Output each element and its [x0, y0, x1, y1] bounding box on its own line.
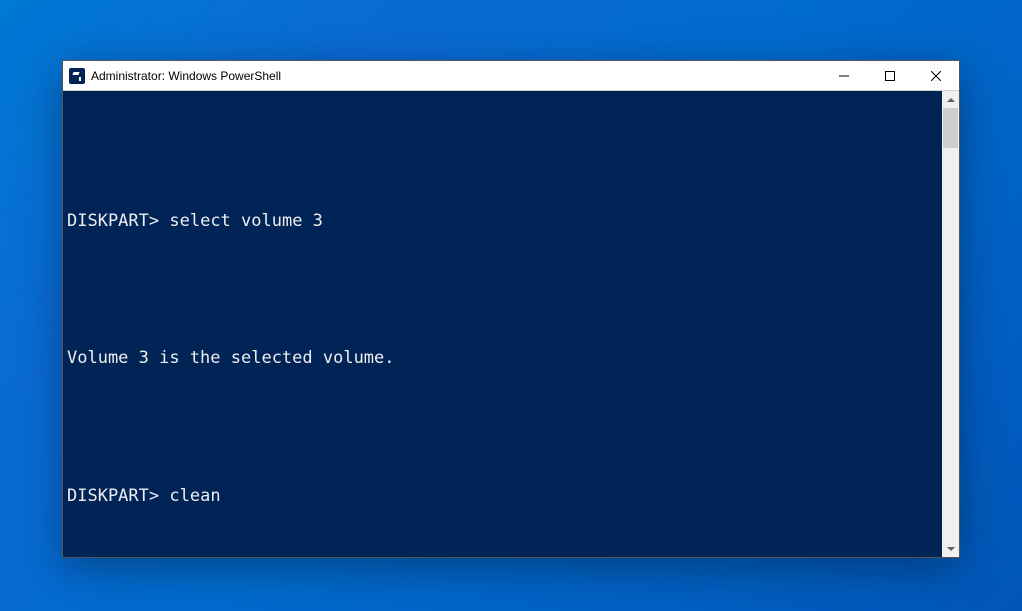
window-controls [821, 61, 959, 90]
console-output[interactable]: DISKPART> select volume 3 Volume 3 is th… [63, 91, 942, 557]
close-icon [931, 71, 941, 81]
prompt: DISKPART> [67, 210, 159, 233]
close-button[interactable] [913, 61, 959, 90]
minimize-button[interactable] [821, 61, 867, 90]
window-title: Administrator: Windows PowerShell [91, 69, 821, 83]
maximize-button[interactable] [867, 61, 913, 90]
powershell-window: Administrator: Windows PowerShell DISKPA… [62, 60, 960, 558]
scrollbar-track[interactable] [942, 108, 959, 540]
prompt: DISKPART> [67, 485, 159, 508]
command-clean: clean [169, 485, 220, 508]
powershell-icon [69, 68, 85, 84]
vertical-scrollbar[interactable] [942, 91, 959, 557]
chevron-down-icon [947, 547, 955, 551]
prompt-line-2: DISKPART> clean [67, 485, 936, 508]
scrollbar-thumb[interactable] [943, 108, 958, 148]
output-selected-volume: Volume 3 is the selected volume. [67, 347, 936, 370]
scroll-down-button[interactable] [942, 540, 959, 557]
prompt-line-1: DISKPART> select volume 3 [67, 210, 936, 233]
maximize-icon [885, 71, 895, 81]
scroll-up-button[interactable] [942, 91, 959, 108]
command-select-volume: select volume 3 [169, 210, 323, 233]
chevron-up-icon [947, 98, 955, 102]
titlebar[interactable]: Administrator: Windows PowerShell [63, 61, 959, 91]
console-body: DISKPART> select volume 3 Volume 3 is th… [63, 91, 959, 557]
minimize-icon [839, 71, 849, 81]
